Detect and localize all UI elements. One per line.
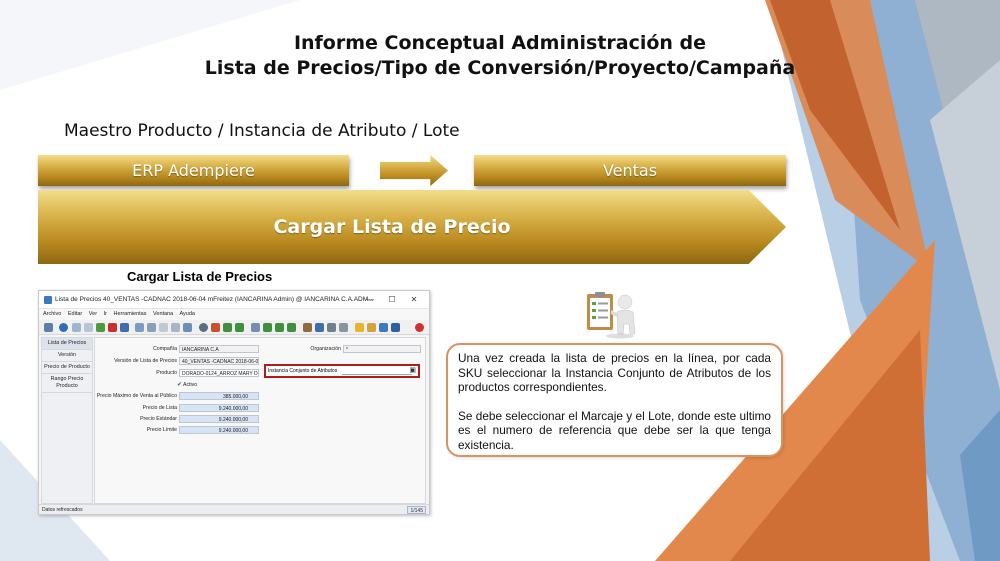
producto-label: Producto [156,370,177,376]
history-icon[interactable] [183,323,192,332]
report-icon[interactable] [287,323,296,332]
lock-icon[interactable] [355,323,364,332]
last-record-icon[interactable] [275,323,284,332]
instancia-label: Instancia Conjunto de Atributos [268,368,338,374]
attachment-icon[interactable] [159,323,168,332]
info-callout: Una vez creada la lista de precios en la… [446,343,783,457]
activo-checkbox[interactable]: ✔ [177,381,182,388]
product-info-icon[interactable] [391,323,400,332]
pmvp-field[interactable]: 385.000,00 [179,392,259,400]
tab-version[interactable]: Versión [42,350,92,362]
tab-precio-de-producto[interactable]: Precio de Producto [42,362,92,374]
app-window-title: Lista de Precios 40_VENTAS -CADNAC 2018-… [55,296,374,303]
instancia-value[interactable] [342,368,412,375]
slide-subtitle: Maestro Producto / Instancia de Atributo… [64,121,460,141]
menu-ver[interactable]: Ver [89,311,97,317]
app-toolbar [39,320,429,335]
zoom-across-icon[interactable] [339,323,348,332]
info-paragraph-2: Se debe seleccionar el Marcaje y el Lote… [458,408,771,452]
first-record-icon[interactable] [235,323,244,332]
archive-icon[interactable] [303,323,312,332]
compania-label: Compañía [153,346,177,352]
menu-ventana[interactable]: Ventana [153,311,173,317]
request-icon[interactable] [379,323,388,332]
app-form: Compañía IANCARINA C.A Organización * Ve… [94,337,426,504]
maximize-icon[interactable]: ☐ [386,294,398,306]
workflow-icon[interactable] [367,323,376,332]
copy-icon[interactable] [84,323,93,332]
compania-field[interactable]: IANCARINA C.A [179,345,259,353]
precio-lista-label: Precio de Lista [142,405,177,411]
app-tab-list: Lista de Precios Versión Precio de Produ… [41,337,93,504]
precio-lista-field[interactable]: 9.240.000,00 [179,404,259,412]
organizacion-field[interactable]: * [343,345,421,353]
precio-estandar-field[interactable]: 9.240.000,00 [179,415,259,423]
help-icon[interactable] [59,323,68,332]
info-paragraph-1: Una vez creada la lista de precios en la… [458,351,771,395]
parent-icon[interactable] [211,323,220,332]
close-icon[interactable]: ✕ [408,294,420,306]
minimize-icon[interactable]: — [364,294,376,306]
record-count[interactable]: 1/145 [407,506,426,514]
app-icon [44,296,52,304]
save-icon[interactable] [96,323,105,332]
app-window-titlebar: Lista de Precios 40_VENTAS -CADNAC 2018-… [39,291,429,309]
print-preview-icon[interactable] [315,323,324,332]
producto-field[interactable]: DORADO-0124_ARROZ MARY DOI [179,369,259,377]
precio-limite-field[interactable]: 9.240.000,00 [179,426,259,434]
exit-icon[interactable] [415,323,424,332]
slide-title-line2: Lista de Precios/Tipo de Conversión/Proy… [204,57,796,79]
print-icon[interactable] [327,323,336,332]
previous-record-icon[interactable] [251,323,260,332]
next-record-icon[interactable] [263,323,272,332]
slide-title-line1: Informe Conceptual Administración de [293,32,707,54]
status-text: Datos refrescados [42,507,83,513]
home-icon[interactable] [199,323,208,332]
undo-icon[interactable] [44,323,53,332]
app-menubar: Archivo Editar Ver Ir Herramientas Venta… [39,309,429,320]
delete-icon[interactable] [108,323,117,332]
activo-label: Activo [183,382,198,388]
pmvp-label: Precio Máximo de Venta al Público [96,393,177,399]
version-label: Versión de Lista de Precios [114,358,177,364]
tab-lista-de-precios[interactable]: Lista de Precios [42,338,92,350]
erp-adempiere-box: ERP Adempiere [38,155,349,186]
instancia-conjunto-atributos-field[interactable]: Instancia Conjunto de Atributos ▣ [264,364,420,378]
menu-herramientas[interactable]: Herramientas [113,311,146,317]
checklist-figure-icon [587,292,636,339]
tab-rango-precio-producto[interactable]: Rango Precio Producto [42,374,92,393]
menu-archivo[interactable]: Archivo [43,311,61,317]
menu-ayuda[interactable]: Ayuda [179,311,195,317]
menu-ir[interactable]: Ir [104,311,107,317]
screenshot-caption: Cargar Lista de Precios [127,269,273,284]
new-record-icon[interactable] [72,323,81,332]
organizacion-label: Organización [310,346,341,352]
attribute-picker-icon[interactable]: ▣ [409,366,416,376]
refresh-icon[interactable] [135,323,144,332]
app-window-screenshot: Lista de Precios 40_VENTAS -CADNAC 2018-… [38,290,430,515]
precio-limite-label: Precio Límite [146,427,177,433]
grid-icon[interactable] [120,323,129,332]
find-icon[interactable] [147,323,156,332]
precio-estandar-label: Precio Estándar [140,416,177,422]
version-field[interactable]: 40_VENTAS -CADNAC 2018-06-04 [179,357,259,365]
menu-editar[interactable]: Editar [68,311,82,317]
ventas-box: Ventas [474,155,786,186]
app-statusbar: Datos refrescados 1/145 [39,504,429,514]
detail-icon[interactable] [223,323,232,332]
cargar-lista-precio-arrow: Cargar Lista de Precio [38,190,786,264]
chat-icon[interactable] [171,323,180,332]
